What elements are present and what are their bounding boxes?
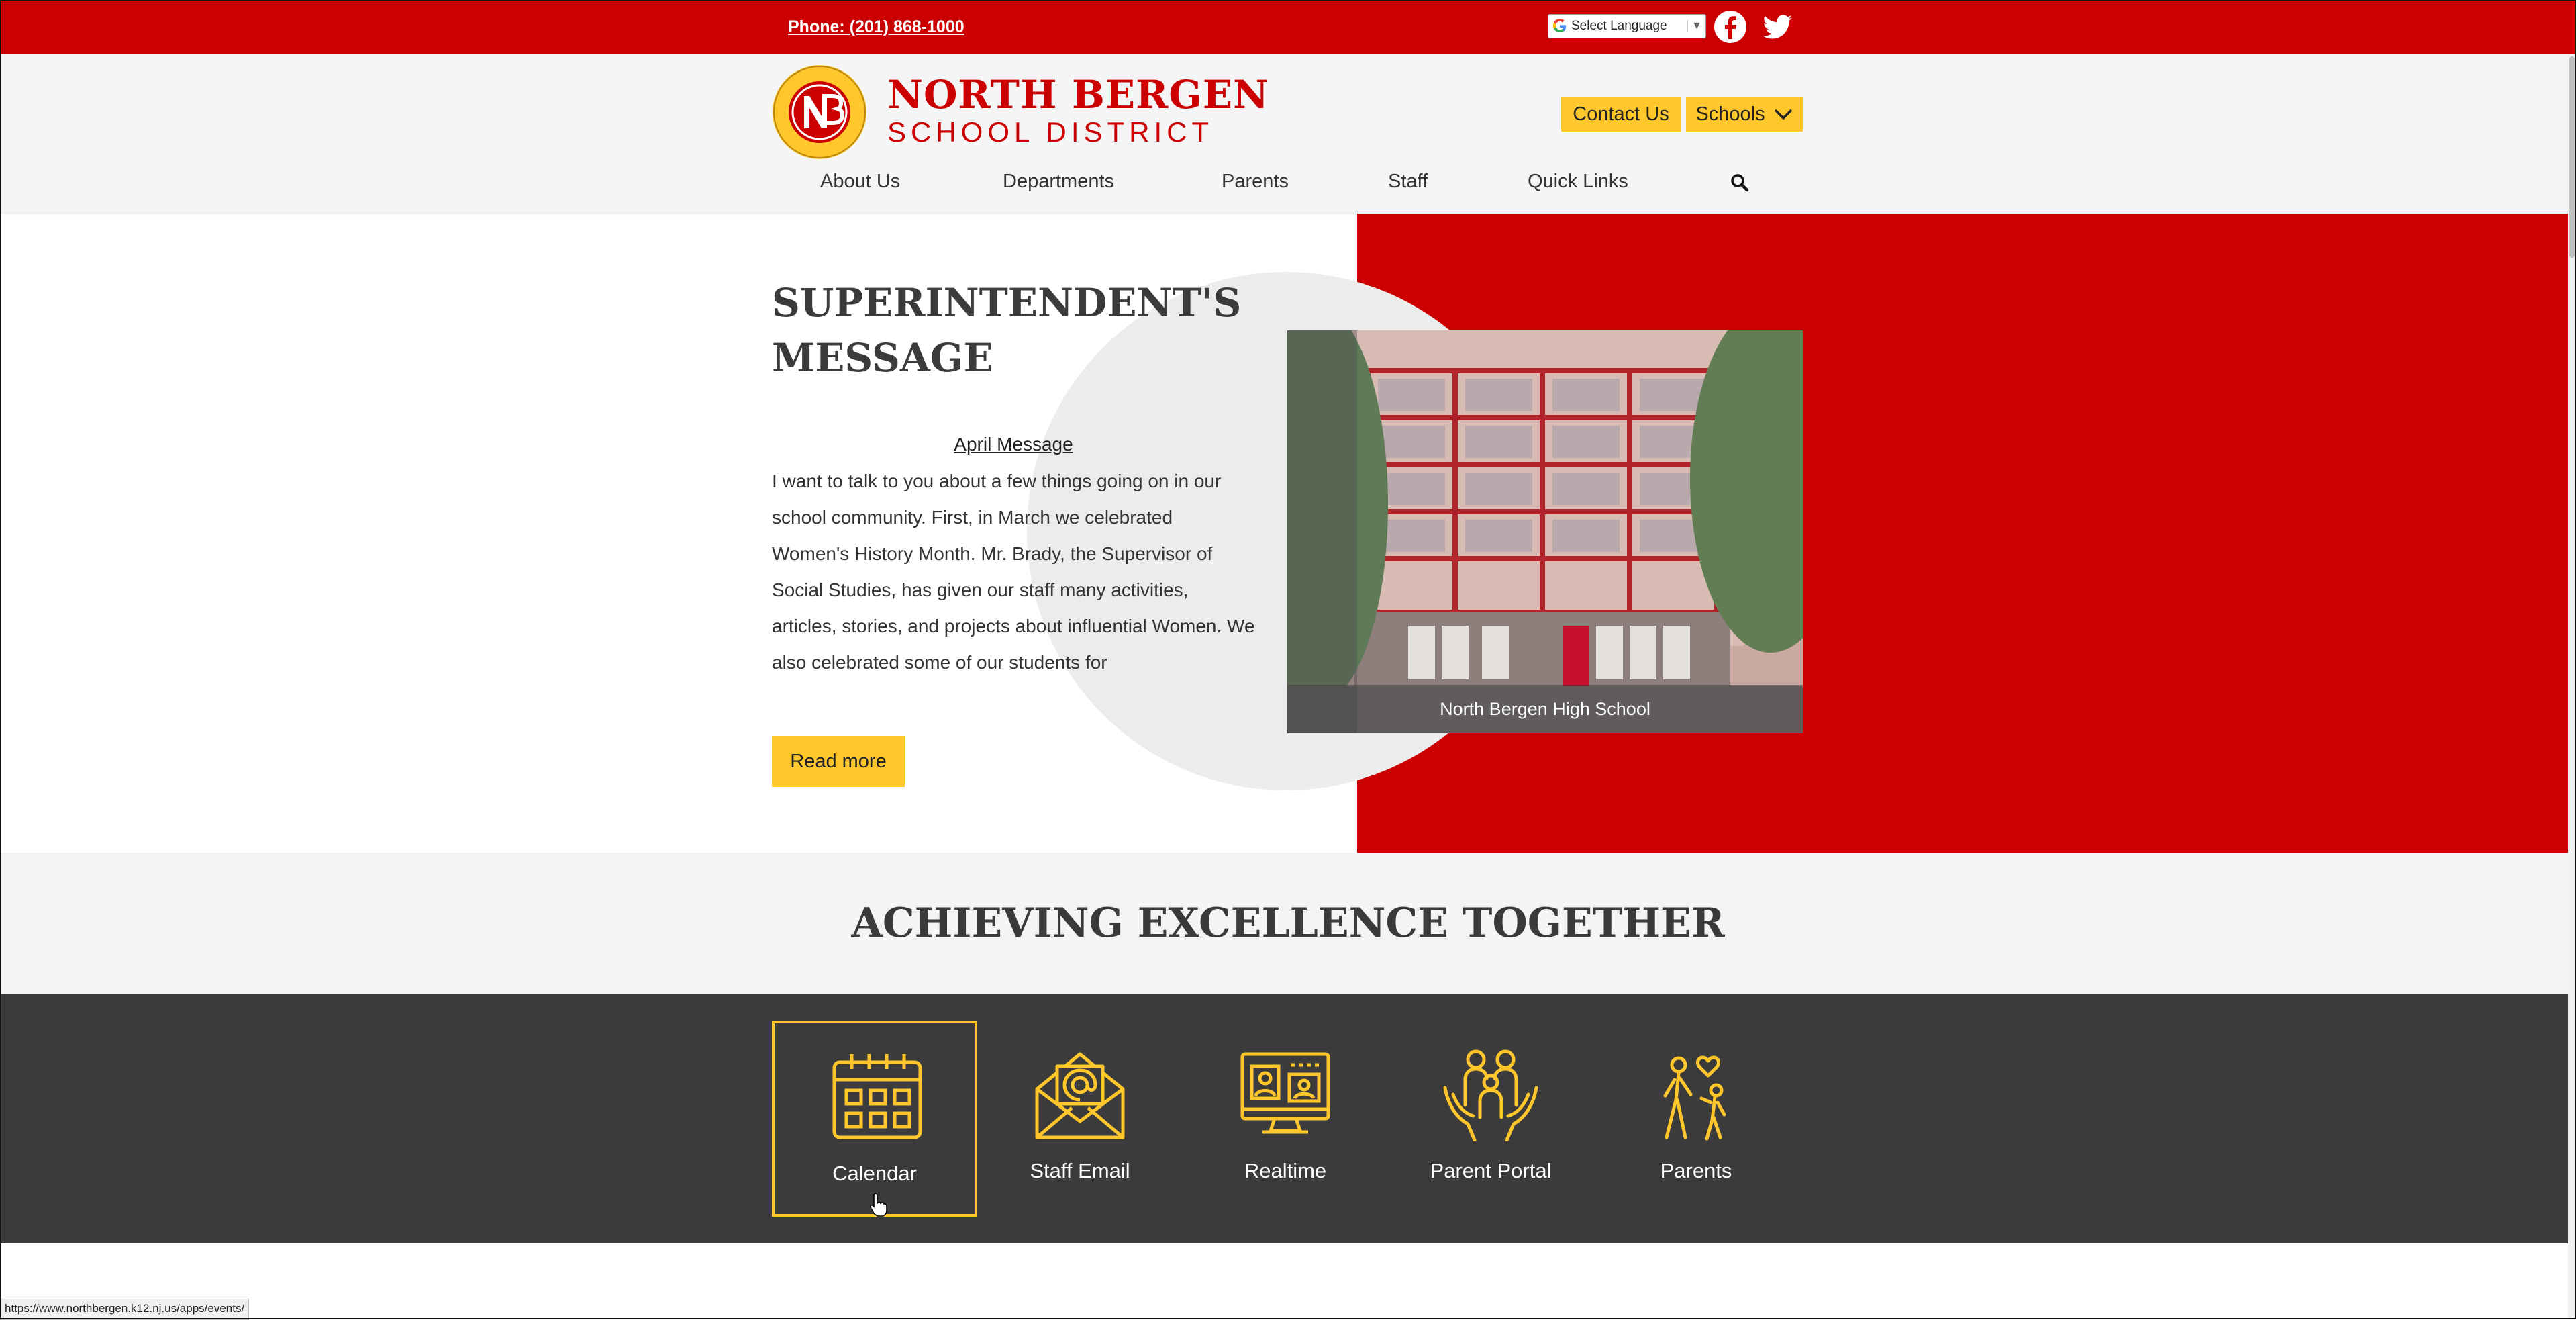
nav-about-us[interactable]: About Us: [820, 171, 900, 193]
message-body: I want to talk to you about a few things…: [772, 471, 1255, 673]
monitor-icon: [1240, 1052, 1330, 1134]
district-seal-logo[interactable]: [772, 64, 867, 160]
calendar-icon: [832, 1054, 922, 1139]
read-more-button[interactable]: Read more: [772, 736, 905, 787]
quick-link-calendar[interactable]: Calendar: [772, 1021, 977, 1217]
brand-name[interactable]: NORTH BERGEN: [887, 75, 1269, 114]
family-icon: [1443, 1049, 1538, 1141]
quick-link-realtime[interactable]: Realtime: [1183, 1021, 1388, 1217]
language-label: Select Language: [1571, 19, 1667, 33]
phone-link[interactable]: Phone: (201) 868-1000: [788, 17, 964, 37]
quick-link-label: Staff Email: [1030, 1159, 1130, 1182]
parents-icon: [1663, 1055, 1726, 1141]
quick-link-label: Realtime: [1244, 1159, 1327, 1182]
quick-link-staff-email[interactable]: Staff Email: [977, 1021, 1183, 1217]
quick-link-parent-portal[interactable]: Parent Portal: [1388, 1021, 1593, 1217]
quick-link-label: Calendar: [832, 1162, 917, 1185]
email-icon: [1035, 1052, 1125, 1139]
nav-quick-links[interactable]: Quick Links: [1528, 171, 1628, 193]
page-bottom-area: [0, 1243, 2576, 1319]
contact-us-button[interactable]: Contact Us: [1561, 97, 1681, 132]
twitter-icon[interactable]: [1760, 9, 1795, 44]
google-icon: [1552, 19, 1567, 33]
nav-parents[interactable]: Parents: [1222, 171, 1289, 193]
schools-label: Schools: [1695, 103, 1765, 125]
message-title: SUPERINTENDENT'S MESSAGE: [772, 280, 1242, 381]
status-bar-url: https://www.northbergen.k12.nj.us/apps/e…: [0, 1299, 250, 1320]
scrollbar-thumb[interactable]: [2569, 56, 2575, 258]
brand-subtitle[interactable]: SCHOOL DISTRICT: [887, 118, 1213, 146]
photo-caption: North Bergen High School: [1287, 685, 1803, 733]
april-message-link[interactable]: April Message: [772, 434, 1255, 455]
search-icon[interactable]: [1730, 173, 1749, 192]
top-bar: [0, 0, 2576, 54]
quick-link-label: Parents: [1660, 1159, 1732, 1182]
language-select[interactable]: Select Language ▼: [1548, 14, 1706, 38]
quick-link-parents[interactable]: Parents: [1593, 1021, 1799, 1217]
nav-staff[interactable]: Staff: [1388, 171, 1428, 193]
chevron-down-icon: [1774, 109, 1792, 120]
school-building-image: [1287, 330, 1803, 733]
hand-cursor-icon: [870, 1193, 887, 1217]
tagline: ACHIEVING EXCELLENCE TOGETHER: [851, 900, 1725, 947]
quick-link-label: Parent Portal: [1430, 1159, 1552, 1182]
schools-dropdown-button[interactable]: Schools: [1686, 97, 1803, 132]
facebook-icon[interactable]: [1713, 9, 1748, 44]
nav-departments[interactable]: Departments: [1003, 171, 1114, 193]
dropdown-caret-icon: ▼: [1687, 20, 1705, 32]
school-photo: North Bergen High School: [1287, 330, 1803, 733]
